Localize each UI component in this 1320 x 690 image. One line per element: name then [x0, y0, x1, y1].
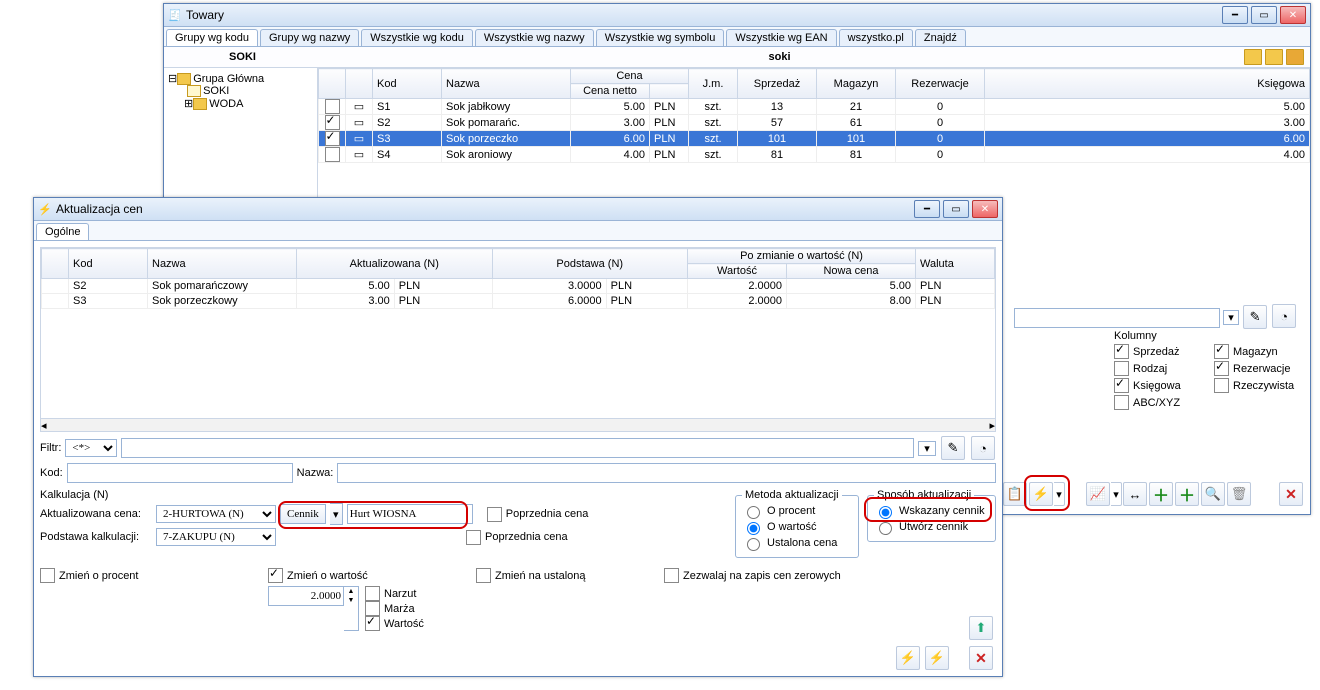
lightning-icon[interactable]: ⚡ — [896, 646, 920, 670]
highlight-ring — [864, 497, 992, 522]
towary-tabs: Grupy wg koduGrupy wg nazwyWszystkie wg … — [164, 27, 1310, 47]
app-icon: 🧾 — [168, 8, 182, 22]
export-button-row: ⬆ — [968, 616, 994, 640]
tab[interactable]: Grupy wg kodu — [166, 29, 258, 46]
table-row[interactable]: ▭S1Sok jabłkowy5.00PLNszt.132105.00 — [319, 99, 1310, 115]
add-icon[interactable]: ＋ — [1175, 482, 1199, 506]
metoda-ustalona[interactable] — [747, 538, 760, 551]
zm-wart-checkbox[interactable] — [268, 568, 283, 583]
lightning-icon: ⚡ — [38, 202, 52, 216]
table-row[interactable]: ▭S4Sok aroniowy4.00PLNszt.818104.00 — [319, 147, 1310, 163]
kolumny-item[interactable]: ABC/XYZ — [1114, 395, 1204, 410]
close-button[interactable]: ✕ — [1280, 6, 1306, 24]
folder-icon[interactable] — [1244, 49, 1262, 65]
cancel-icon[interactable]: ✕ — [969, 646, 993, 670]
kolumny-item[interactable]: Rzeczywista — [1214, 378, 1304, 393]
metoda-wartosc[interactable] — [747, 522, 760, 535]
export-icon[interactable]: ⬆ — [969, 616, 993, 640]
poprz2-checkbox[interactable] — [466, 530, 481, 545]
group-header: SOKI soki — [164, 47, 1310, 68]
table-row[interactable]: ▭S2Sok pomarańc.3.00PLNszt.576103.00 — [319, 115, 1310, 131]
akt-cena-select[interactable]: 2-HURTOWA (N) — [156, 505, 276, 523]
folder-icon[interactable] — [1286, 49, 1304, 65]
filter-icon[interactable]: ◔ — [971, 436, 995, 460]
kod-label: Kod: — [40, 467, 63, 479]
tab[interactable]: Wszystkie wg nazwy — [475, 29, 594, 46]
search-row: ▾ ✎ ◔ — [1014, 304, 1304, 329]
tab[interactable]: Wszystkie wg kodu — [361, 29, 473, 46]
sposob-utworz[interactable] — [879, 522, 892, 535]
table-row[interactable]: S3Sok porzeczkowy3.00PLN6.0000PLN2.00008… — [42, 294, 995, 309]
search-icon[interactable]: 🔍 — [1201, 482, 1225, 506]
minimize-button[interactable]: ━ — [914, 200, 940, 218]
cancel-icon[interactable]: ✕ — [1279, 482, 1303, 506]
akt-grid[interactable]: Kod Nazwa Aktualizowana (N) Podstawa (N)… — [40, 247, 996, 419]
aktualizacja-window: ⚡ Aktualizacja cen ━ ▭ ✕ Ogólne Kod Nazw… — [33, 197, 1003, 677]
zm-proc-checkbox[interactable] — [40, 568, 55, 583]
tab-ogolne[interactable]: Ogólne — [36, 223, 89, 240]
chart-icon[interactable]: 📈 — [1086, 482, 1110, 506]
kolumny-item[interactable]: Rodzaj — [1114, 361, 1204, 376]
kolumny-item[interactable]: Magazyn — [1214, 344, 1304, 359]
maximize-button[interactable]: ▭ — [1251, 6, 1277, 24]
lightning-multi-icon[interactable]: ⚡ — [925, 646, 949, 670]
zm-ust-checkbox[interactable] — [476, 568, 491, 583]
filter-row: Filtr: <*> ▾ ✎ ◔ — [40, 436, 996, 460]
folder-icon[interactable] — [1265, 49, 1283, 65]
highlight-ring — [1024, 475, 1070, 511]
nazwa-label: Nazwa: — [297, 467, 334, 479]
akt-title: Aktualizacja cen — [56, 202, 914, 216]
table-row[interactable]: S2Sok pomarańczowy5.00PLN3.0000PLN2.0000… — [42, 279, 995, 294]
add-big-icon[interactable]: ＋ — [1149, 482, 1173, 506]
wartosc-checkbox[interactable] — [365, 616, 380, 631]
kalk-legend: Kalkulacja (N) — [40, 489, 727, 501]
maximize-button[interactable]: ▭ — [943, 200, 969, 218]
zm-wart-input[interactable] — [268, 586, 344, 606]
tab[interactable]: Znajdź — [915, 29, 966, 46]
row-checkbox[interactable] — [325, 115, 340, 130]
row-checkbox[interactable] — [325, 131, 340, 146]
kolumny-item[interactable]: Sprzedaż — [1114, 344, 1204, 359]
nazwa-input[interactable] — [337, 463, 996, 483]
kolumny-title: Kolumny — [1114, 330, 1304, 342]
arrows-icon[interactable]: ↔ — [1123, 482, 1147, 506]
close-button[interactable]: ✕ — [972, 200, 998, 218]
narzut-checkbox[interactable] — [365, 586, 380, 601]
row-checkbox[interactable] — [325, 99, 340, 114]
table-row[interactable]: ▭S3Sok porzeczko6.00PLNszt.10110106.00 — [319, 131, 1310, 147]
highlight-ring — [278, 501, 468, 529]
group-code: SOKI — [170, 51, 315, 63]
tab[interactable]: Grupy wg nazwy — [260, 29, 359, 46]
towary-titlebar: 🧾 Towary ━ ▭ ✕ — [164, 4, 1310, 27]
tab[interactable]: wszystko.pl — [839, 29, 913, 46]
kod-nazwa-row: Kod: Nazwa: — [40, 463, 996, 483]
filter-icon[interactable]: ◔ — [1272, 304, 1296, 328]
group-name: soki — [315, 51, 1244, 63]
row-checkbox[interactable] — [325, 147, 340, 162]
metoda-procent[interactable] — [747, 506, 760, 519]
kolumny-panel: Kolumny Sprzedaż Magazyn Rodzaj Rezerwacje K… — [1114, 330, 1304, 410]
search-input[interactable] — [1014, 308, 1220, 328]
edit-icon[interactable]: ✎ — [941, 436, 965, 460]
kod-input[interactable] — [67, 463, 293, 483]
poprz1-checkbox[interactable] — [487, 507, 502, 522]
minimize-button[interactable]: ━ — [1222, 6, 1248, 24]
akt-titlebar: ⚡ Aktualizacja cen ━ ▭ ✕ — [34, 198, 1002, 221]
akt-bottom-toolbar: ⚡ ⚡ ✕ — [895, 646, 994, 670]
kolumny-item[interactable]: Rezerwacje — [1214, 361, 1304, 376]
edit-icon[interactable]: ✎ — [1243, 305, 1267, 329]
filter-label: Filtr: — [40, 442, 61, 454]
tab[interactable]: Wszystkie wg EAN — [726, 29, 836, 46]
pod-select[interactable]: 7-ZAKUPU (N) — [156, 528, 276, 546]
kolumny-item[interactable]: Księgowa — [1114, 378, 1204, 393]
zezw-checkbox[interactable] — [664, 568, 679, 583]
metoda-fieldset: Metoda aktualizacji O procent O wartość … — [735, 489, 859, 558]
scrollbar[interactable]: ◂▸ — [40, 419, 996, 432]
tab[interactable]: Wszystkie wg symbolu — [596, 29, 725, 46]
towary-title: Towary — [186, 8, 1222, 22]
filter-op[interactable]: <*> — [65, 439, 117, 457]
trash-icon[interactable]: 🗑 — [1227, 482, 1251, 506]
filter-input[interactable] — [121, 438, 914, 458]
